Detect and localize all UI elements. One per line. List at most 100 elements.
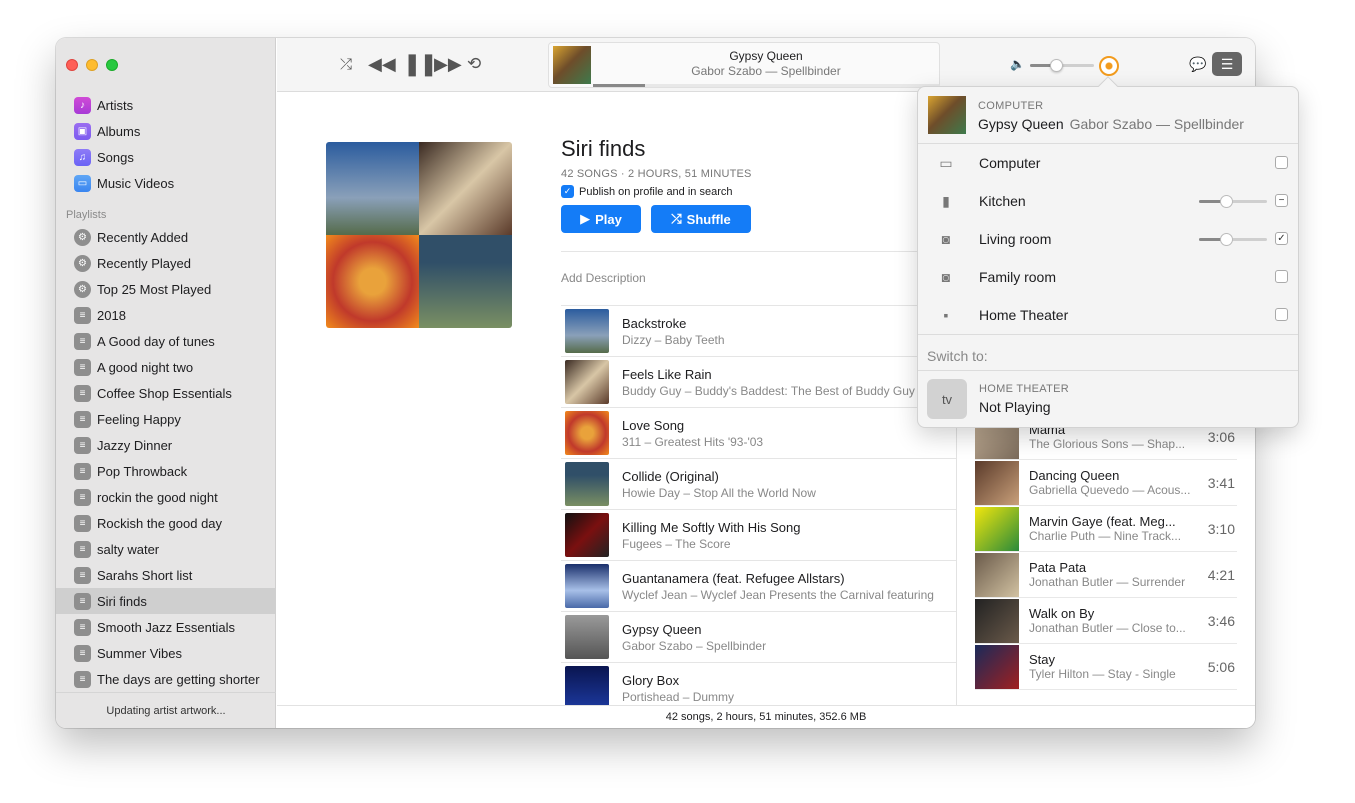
airplay-device-row[interactable]: ▪ Home Theater	[918, 296, 1298, 334]
device-checkbox[interactable]: ✓	[1275, 232, 1288, 245]
shuffle-play-button[interactable]: ⤮ Shuffle	[651, 205, 751, 233]
zoom-window-button[interactable]	[106, 59, 118, 71]
song-row[interactable]: Love Song 311 – Greatest Hits '93-'03	[561, 407, 956, 458]
device-name: Computer	[979, 155, 1041, 171]
publish-option[interactable]: ✓ Publish on profile and in search	[561, 185, 732, 198]
volume-slider[interactable]	[1030, 59, 1094, 72]
song-artwork	[565, 666, 609, 705]
sidebar-item-songs[interactable]: ♫ Songs	[56, 144, 276, 170]
song-info: Marvin Gaye (feat. Meg... Charlie Puth — …	[1029, 514, 1201, 543]
pause-button[interactable]: ❚❚	[403, 51, 438, 77]
up-next-row[interactable]: Pata Pata Jonathan Butler — Surrender 4:21	[975, 552, 1237, 598]
sidebar-item-playlist[interactable]: ≡ Jazzy Dinner	[56, 432, 276, 458]
song-subtitle: Charlie Puth — Nine Track...	[1029, 529, 1182, 543]
shuffle-label: Shuffle	[686, 211, 731, 227]
song-row[interactable]: Guantanamera (feat. Refugee Allstars) Wyc…	[561, 560, 956, 611]
up-next-list-button[interactable]: ☰	[1212, 52, 1242, 76]
song-row[interactable]: Feels Like Rain Buddy Guy – Buddy's Badde…	[561, 356, 956, 407]
song-title: Guantanamera (feat. Refugee Allstars)	[622, 570, 845, 586]
sidebar-list: ♪ Artists ▣ Albums ♫ Songs ▭ Music Video…	[56, 92, 276, 692]
sidebar-item-playlist[interactable]: ≡ Coffee Shop Essentials	[56, 380, 276, 406]
up-next-row[interactable]: Marvin Gaye (feat. Meg... Charlie Puth — …	[975, 506, 1237, 552]
sidebar-item-playlist[interactable]: ≡ rockin the good night	[56, 484, 276, 510]
up-next-row[interactable]: Walk on By Jonathan Butler — Close to... 3…	[975, 598, 1237, 644]
sidebar-item-label: Music Videos	[97, 175, 175, 191]
song-row[interactable]: Killing Me Softly With His Song Fugees – …	[561, 509, 956, 560]
song-artwork	[565, 462, 609, 506]
sidebar-item-playlist[interactable]: ≡ Siri finds	[56, 588, 276, 614]
sidebar-item-playlist[interactable]: ⚙ Recently Played	[56, 250, 276, 276]
sidebar-item-music-videos[interactable]: ▭ Music Videos	[56, 170, 276, 196]
close-window-button[interactable]	[66, 59, 78, 71]
play-icon: ▶	[580, 211, 591, 226]
speaker-icon: ◙	[941, 269, 951, 285]
repeat-button[interactable]: ⟲	[467, 54, 481, 74]
song-row[interactable]: Backstroke Dizzy – Baby Teeth	[561, 305, 956, 356]
airplay-device-row[interactable]: ▭ Computer	[918, 144, 1298, 182]
add-description-field[interactable]: Add Description	[561, 271, 646, 285]
device-volume-slider[interactable]	[1199, 195, 1267, 208]
sidebar-item-playlist[interactable]: ≡ Smooth Jazz Essentials	[56, 614, 276, 640]
up-next-row[interactable]: Dancing Queen Gabriella Quevedo — Acous..…	[975, 460, 1237, 506]
song-list: Backstroke Dizzy – Baby Teeth Feels Like R…	[561, 305, 956, 705]
shuffle-button[interactable]: ⤮	[340, 56, 352, 73]
sidebar-item-label: Jazzy Dinner	[97, 437, 173, 453]
previous-track-button[interactable]: ◀◀	[368, 54, 396, 75]
song-subtitle: Fugees – The Score	[622, 536, 731, 551]
song-row[interactable]: Glory Box Portishead – Dummy	[561, 662, 956, 705]
volume-knob[interactable]	[1049, 59, 1063, 72]
song-row[interactable]: Gypsy Queen Gabor Szabo – Spellbinder	[561, 611, 956, 662]
switch-device-status: Not Playing	[979, 399, 1051, 415]
sidebar-item-playlist[interactable]: ⚙ Top 25 Most Played	[56, 276, 276, 302]
up-next-row[interactable]: Stay Tyler Hilton — Stay - Single 5:06	[975, 644, 1237, 690]
sidebar-item-playlist[interactable]: ≡ A good night two	[56, 354, 276, 380]
device-volume-slider[interactable]	[1199, 233, 1267, 246]
now-playing-display[interactable]: Gypsy Queen Gabor Szabo — Spellbinder	[548, 42, 940, 88]
next-track-button[interactable]: ▶▶	[434, 54, 462, 75]
sidebar-item-playlist[interactable]: ≡ 2018	[56, 302, 276, 328]
song-subtitle: Buddy Guy – Buddy's Baddest: The Best of…	[622, 383, 915, 398]
sidebar-item-playlist[interactable]: ≡ Pop Throwback	[56, 458, 276, 484]
sidebar-item-albums[interactable]: ▣ Albums	[56, 118, 276, 144]
sidebar-item-playlist[interactable]: ≡ Sarahs Short list	[56, 562, 276, 588]
switch-device-label[interactable]: HOME THEATER	[979, 383, 1069, 395]
device-name: Kitchen	[979, 193, 1026, 209]
sidebar-item-playlist[interactable]: ≡ Rockish the good day	[56, 510, 276, 536]
sidebar-item-artists[interactable]: ♪ Artists	[56, 92, 276, 118]
song-title: Gypsy Queen	[622, 621, 702, 637]
speaker-icon: ◙	[941, 231, 951, 247]
divider	[918, 370, 1298, 371]
sidebar-item-playlist[interactable]: ≡ A Good day of tunes	[56, 328, 276, 354]
sidebar-item-label: Feeling Happy	[97, 411, 181, 427]
appletv-icon[interactable]: tv	[927, 379, 967, 419]
now-playing-title: Gypsy Queen	[729, 49, 803, 63]
device-checkbox[interactable]	[1275, 308, 1288, 321]
airplay-device-row[interactable]: ◙ Living room ✓	[918, 220, 1298, 258]
publish-label: Publish on profile and in search	[579, 185, 733, 198]
device-checkbox[interactable]: −	[1275, 194, 1288, 207]
device-checkbox[interactable]	[1275, 156, 1288, 169]
sidebar-item-playlist[interactable]: ≡ Summer Vibes	[56, 640, 276, 666]
device-volume-knob[interactable]	[1220, 233, 1234, 246]
device-checkbox[interactable]	[1275, 270, 1288, 283]
sidebar-item-playlist[interactable]: ≡ Feeling Happy	[56, 406, 276, 432]
lyrics-icon[interactable]: 💬	[1189, 56, 1206, 73]
airplay-device-row[interactable]: ▮ Kitchen −	[918, 182, 1298, 220]
sidebar-item-playlist[interactable]: ⚙ Recently Added	[56, 224, 276, 250]
song-info: Collide (Original) Howie Day – Stop All t…	[622, 469, 956, 500]
display-icon: ▭	[939, 154, 953, 171]
airplay-button[interactable]	[1099, 56, 1119, 76]
device-volume-knob[interactable]	[1220, 195, 1234, 208]
sidebar-item-playlist[interactable]: ≡ salty water	[56, 536, 276, 562]
song-title: Stay	[1029, 652, 1056, 667]
play-button[interactable]: ▶ Play	[561, 205, 641, 233]
playlist-icon: ≡	[74, 384, 91, 402]
sidebar-item-playlist[interactable]: ≡ The days are getting shorter	[56, 666, 276, 692]
song-row[interactable]: Collide (Original) Howie Day – Stop All t…	[561, 458, 956, 509]
song-info: Guantanamera (feat. Refugee Allstars) Wyc…	[622, 571, 956, 602]
minimize-window-button[interactable]	[86, 59, 98, 71]
airplay-device-row[interactable]: ◙ Family room	[918, 258, 1298, 296]
playback-progress[interactable]	[593, 84, 939, 87]
playlist-icon: ≡	[74, 410, 91, 428]
publish-checkbox[interactable]: ✓	[561, 185, 574, 198]
